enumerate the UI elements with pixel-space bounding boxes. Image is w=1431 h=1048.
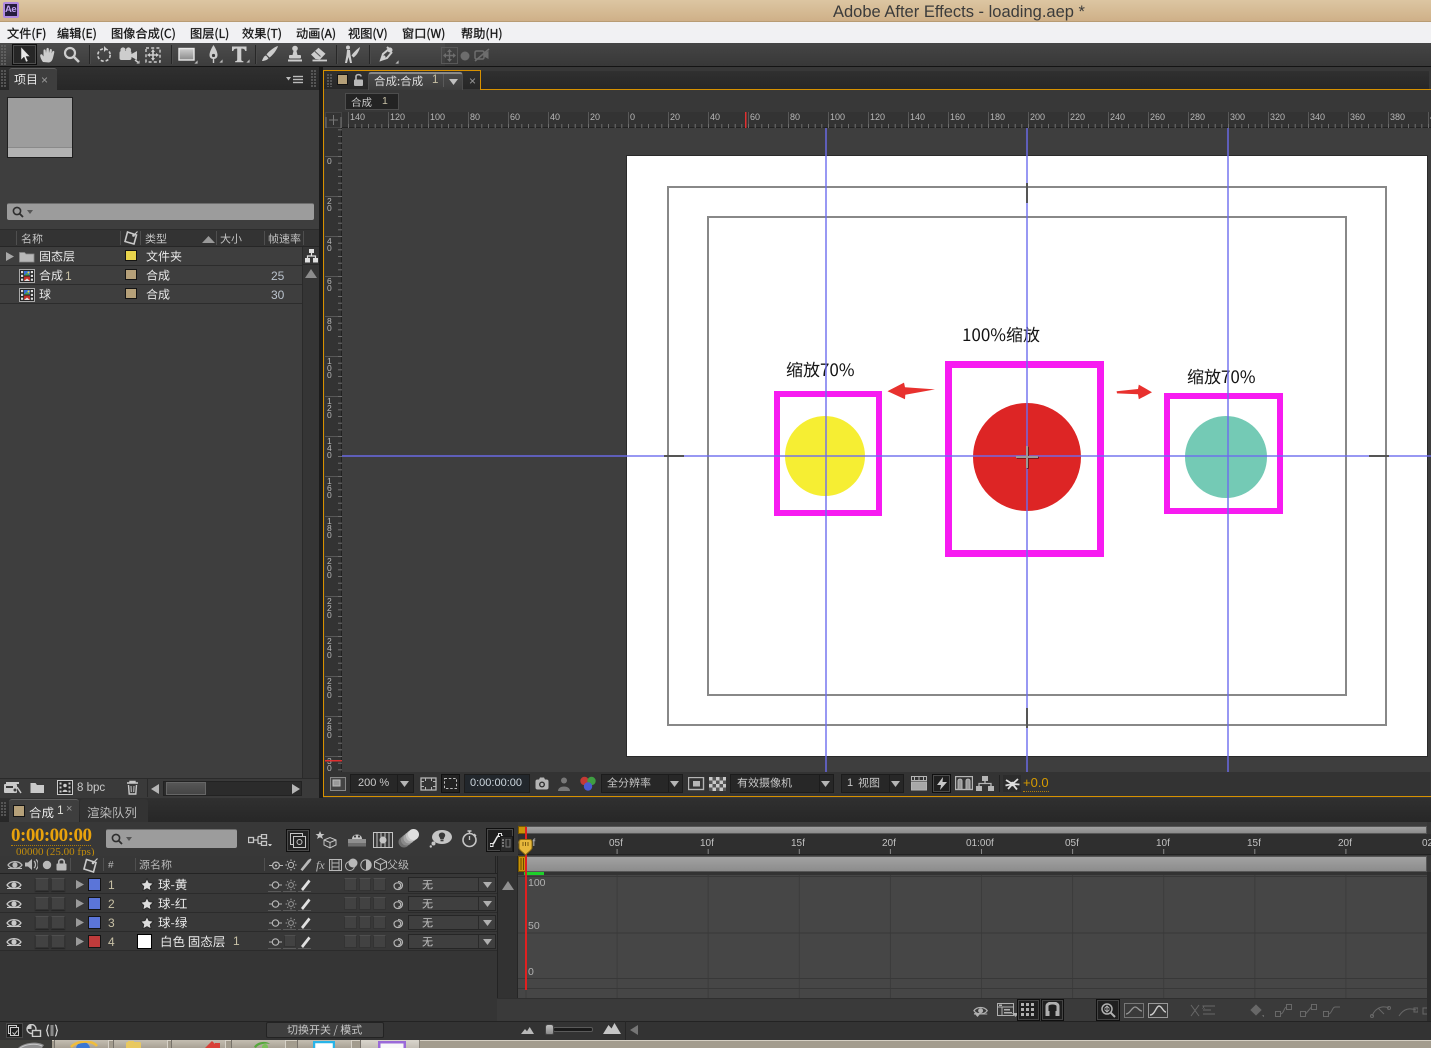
svg-text:40: 40: [550, 112, 560, 122]
svg-text:0: 0: [327, 650, 332, 660]
svg-text:0: 0: [327, 570, 332, 580]
svg-text:20f: 20f: [882, 838, 896, 849]
svg-text:80: 80: [790, 112, 800, 122]
svg-text:0: 0: [327, 690, 332, 700]
svg-text:15f: 15f: [791, 838, 805, 849]
svg-text:10f: 10f: [1156, 838, 1170, 849]
svg-text:220: 220: [1070, 112, 1085, 122]
svg-text:0: 0: [528, 966, 534, 978]
svg-text:0: 0: [327, 410, 332, 420]
svg-text:05f: 05f: [1065, 838, 1079, 849]
svg-text:360: 360: [1350, 112, 1365, 122]
svg-text:60: 60: [510, 112, 520, 122]
svg-text:180: 180: [990, 112, 1005, 122]
svg-text:0: 0: [327, 490, 332, 500]
svg-text:0: 0: [327, 730, 332, 740]
svg-text:0: 0: [327, 450, 332, 460]
svg-text:280: 280: [1190, 112, 1205, 122]
svg-text:0: 0: [327, 156, 332, 166]
svg-text:320: 320: [1270, 112, 1285, 122]
svg-text:260: 260: [1150, 112, 1165, 122]
svg-text:0: 0: [630, 112, 635, 122]
svg-text:60: 60: [750, 112, 760, 122]
svg-text:0: 0: [327, 323, 332, 333]
svg-text:20: 20: [670, 112, 680, 122]
svg-text:05f: 05f: [609, 838, 623, 849]
svg-text:120: 120: [870, 112, 885, 122]
svg-text:140: 140: [350, 112, 365, 122]
svg-text:x: x: [1202, 1005, 1205, 1011]
svg-text:01:00f: 01:00f: [966, 838, 994, 849]
svg-text:0: 0: [327, 530, 332, 540]
svg-text:120: 120: [390, 112, 405, 122]
svg-text:50: 50: [528, 920, 540, 932]
svg-text:0: 0: [327, 243, 332, 253]
svg-text:240: 240: [1110, 112, 1125, 122]
svg-text:100: 100: [528, 877, 546, 889]
svg-text:0: 0: [327, 610, 332, 620]
svg-text:200: 200: [1030, 112, 1045, 122]
svg-text:160: 160: [950, 112, 965, 122]
svg-text:100: 100: [830, 112, 845, 122]
svg-text:40: 40: [710, 112, 720, 122]
svg-text:340: 340: [1310, 112, 1325, 122]
svg-text:140: 140: [910, 112, 925, 122]
svg-text:0: 0: [327, 370, 332, 380]
svg-text:0: 0: [327, 283, 332, 293]
svg-text:02:00f: 02:00f: [1422, 838, 1431, 849]
svg-text:380: 380: [1390, 112, 1405, 122]
svg-text:80: 80: [470, 112, 480, 122]
svg-text:100: 100: [430, 112, 445, 122]
svg-text:300: 300: [1230, 112, 1245, 122]
svg-text:10f: 10f: [700, 838, 714, 849]
svg-text:15f: 15f: [1247, 838, 1261, 849]
svg-text:0: 0: [327, 203, 332, 213]
svg-text:20f: 20f: [1338, 838, 1352, 849]
svg-text:20: 20: [590, 112, 600, 122]
